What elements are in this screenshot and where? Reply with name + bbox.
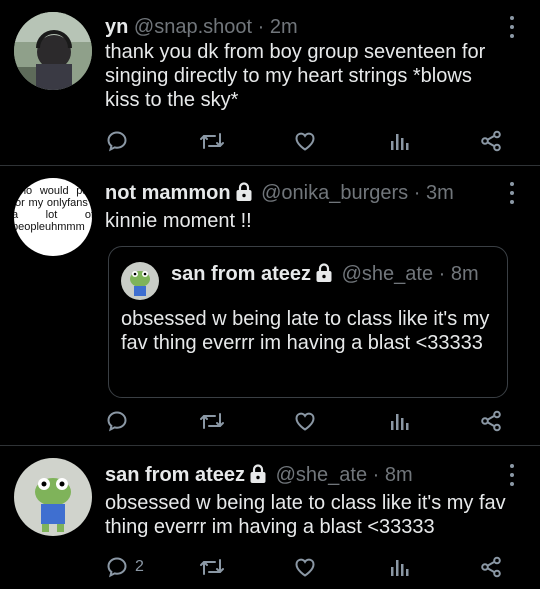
timestamp[interactable]: 3m [426, 182, 454, 204]
tweet-header: not mammon @onika_burgers · 3m [105, 180, 506, 209]
like-button[interactable] [293, 406, 317, 436]
tweet-text: kinnie moment !! [105, 210, 252, 232]
lock-icon [315, 263, 333, 290]
quoted-timestamp[interactable]: 8m [451, 263, 479, 285]
quoted-display-name[interactable]: san from ateez [171, 263, 311, 285]
quoted-avatar[interactable] [121, 262, 159, 300]
frog-avatar-image [121, 262, 159, 300]
share-icon [481, 410, 501, 432]
handle[interactable]: @snap.shoot [134, 16, 252, 38]
lock-icon [235, 182, 253, 209]
retweet-button[interactable] [199, 552, 225, 582]
quoted-tweet[interactable]: san from ateez @she_ate · 8m obsessed w … [108, 246, 508, 398]
quoted-text: obsessed w being late to class like it's… [121, 308, 490, 354]
tweet[interactable]: who would pay for my onlyfans? a lot of … [0, 166, 540, 445]
retweet-icon [200, 559, 224, 575]
tweet-header: yn @snap.shoot · 2m [105, 14, 506, 40]
retweet-button[interactable] [199, 406, 225, 436]
handle[interactable]: @onika_burgers [261, 182, 408, 204]
analytics-icon [391, 414, 409, 430]
avatar-meme-text: who would pay for my onlyfans? a lot of … [14, 185, 92, 233]
heart-icon [295, 132, 315, 151]
lock-icon [249, 464, 267, 491]
separator: · [372, 464, 380, 486]
tweet-actions [105, 406, 505, 436]
avatar-image [14, 12, 92, 90]
display-name[interactable]: san from ateez [105, 464, 245, 486]
analytics-button[interactable] [387, 126, 411, 156]
timestamp[interactable]: 2m [270, 16, 298, 38]
quoted-header: san from ateez @she_ate · 8m [171, 261, 479, 290]
separator: · [257, 16, 265, 38]
reply-icon [107, 557, 127, 578]
heart-icon [295, 412, 315, 431]
share-button[interactable] [479, 126, 503, 156]
share-button[interactable] [479, 406, 503, 436]
display-name[interactable]: not mammon [105, 182, 231, 204]
more-vertical-icon[interactable] [506, 464, 518, 486]
like-button[interactable] [293, 126, 317, 156]
display-name[interactable]: yn [105, 16, 128, 38]
reply-icon [107, 131, 127, 152]
frog-avatar-image [14, 458, 92, 536]
retweet-icon [200, 413, 224, 429]
timestamp[interactable]: 8m [385, 464, 413, 486]
tweet-text: obsessed w being late to class like it's… [105, 492, 506, 538]
tweet[interactable]: yn @snap.shoot · 2m thank you dk from bo… [0, 0, 540, 165]
like-button[interactable] [293, 552, 317, 582]
avatar[interactable] [14, 458, 92, 536]
tweet-text: thank you dk from boy group seventeen fo… [105, 41, 486, 111]
separator: · [438, 263, 446, 285]
share-icon [481, 556, 501, 578]
reply-count: 2 [135, 558, 144, 575]
heart-icon [295, 558, 315, 577]
avatar[interactable]: who would pay for my onlyfans? a lot of … [14, 178, 92, 256]
reply-button[interactable] [105, 406, 129, 436]
analytics-button[interactable] [387, 406, 411, 436]
tweet-header: san from ateez @she_ate · 8m [105, 462, 506, 491]
handle[interactable]: @she_ate [276, 464, 367, 486]
analytics-button[interactable] [387, 552, 411, 582]
retweet-icon [200, 133, 224, 149]
reply-icon [107, 411, 127, 432]
share-icon [481, 130, 501, 152]
quoted-handle[interactable]: @she_ate [342, 263, 433, 285]
more-vertical-icon[interactable] [506, 16, 518, 38]
tweet-actions: 2 [105, 552, 505, 582]
analytics-icon [391, 560, 409, 576]
share-button[interactable] [479, 552, 503, 582]
avatar[interactable] [14, 12, 92, 90]
more-vertical-icon[interactable] [506, 182, 518, 204]
analytics-icon [391, 134, 409, 150]
tweet-actions [105, 126, 505, 156]
tweet[interactable]: san from ateez @she_ate · 8m obsessed w … [0, 446, 540, 589]
reply-button[interactable] [105, 126, 129, 156]
reply-button[interactable]: 2 [105, 552, 144, 582]
retweet-button[interactable] [199, 126, 225, 156]
separator: · [413, 182, 421, 204]
